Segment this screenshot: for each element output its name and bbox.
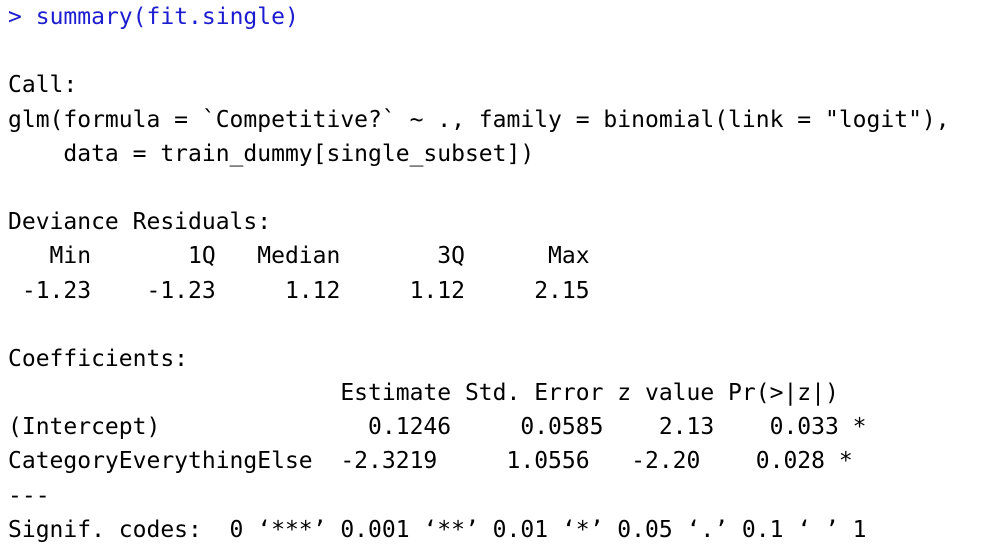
command-line[interactable]: > summary(fit.single) [8,0,1000,34]
coefficients-header: Coefficients: [8,345,189,372]
command-text: summary(fit.single) [35,4,299,30]
call-header: Call: [8,72,78,99]
coefficients-column-headers: Estimate Std. Error z value Pr(>|z|) [8,380,867,407]
call-data-line: data = train_dummy[single_subset]) [8,140,535,167]
coefficient-row-category: CategoryEverythingElse -2.3219 1.0556 -2… [8,448,853,475]
separator-line: --- [8,482,50,509]
deviance-residuals-labels: Min 1Q Median 3Q Max [8,243,618,270]
deviance-residuals-header: Deviance Residuals: [8,209,272,236]
coefficient-row-intercept: (Intercept) 0.1246 0.0585 2.13 0.033 * [8,414,867,441]
deviance-residuals-values: -1.23 -1.23 1.12 1.12 2.15 [8,277,618,304]
call-formula-line: glm(formula = `Competitive?` ~ ., family… [8,106,950,133]
console-prompt: > [8,4,22,30]
r-console-output: > summary(fit.single) Call: glm(formula … [0,0,1000,556]
signif-codes-line: Signif. codes: 0 ‘***’ 0.001 ‘**’ 0.01 ‘… [8,516,867,543]
